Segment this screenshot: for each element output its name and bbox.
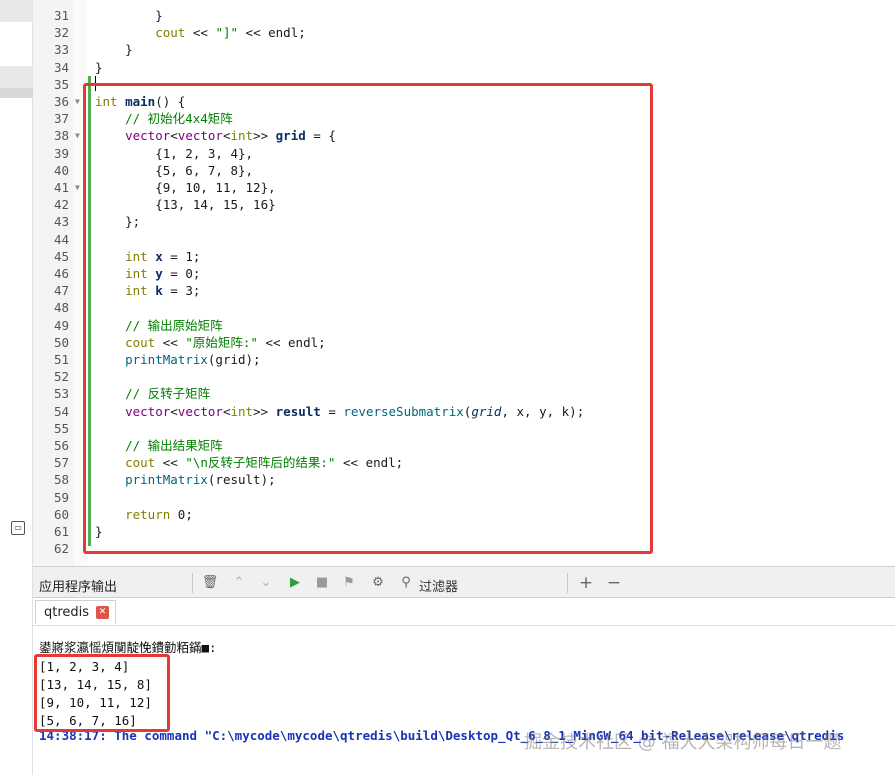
line-number: 35 — [53, 76, 69, 92]
tab-qtredis[interactable]: qtredis ✕ — [35, 600, 117, 624]
panel-toggle-icon[interactable]: ▭ — [11, 521, 25, 535]
line-number: 32 — [53, 25, 69, 41]
line-number: 51 — [53, 352, 69, 367]
toolbar-separator — [192, 573, 193, 593]
minus-icon[interactable]: − — [605, 574, 623, 592]
code-line: 32 cout << "]" << endl; — [33, 24, 895, 41]
close-icon[interactable]: ✕ — [96, 606, 110, 619]
line-number: 57 — [53, 455, 69, 471]
line-number: 53 — [53, 386, 69, 402]
toolbar-separator — [567, 573, 568, 593]
output-pane-title: 应用程序输出 — [39, 580, 118, 595]
highlight-box-main-function — [83, 83, 653, 554]
code-line: 33 } — [33, 41, 895, 58]
tab-label: qtredis — [44, 605, 90, 620]
line-number: 54 — [53, 403, 69, 419]
line-number: 44 — [53, 231, 69, 247]
arrow-up-icon[interactable]: ⌃ — [230, 574, 248, 592]
line-number: 45 — [53, 248, 69, 264]
highlight-box-output — [34, 654, 170, 732]
sidebar-band — [0, 88, 33, 98]
line-number: 42 — [53, 197, 69, 213]
plus-icon[interactable]: + — [577, 574, 595, 592]
line-number: 52 — [53, 369, 69, 385]
sidebar-band — [0, 66, 33, 88]
watermark: 掘金技术社区 @ 福大大架构师每日一题 — [524, 732, 842, 753]
code-text: } — [95, 59, 103, 75]
code-text: cout << "]" << endl; — [155, 25, 306, 41]
output-tab-bar: qtredis ✕ — [33, 598, 895, 626]
line-number: 59 — [53, 489, 69, 505]
line-number: 58 — [53, 472, 69, 488]
sidebar-band — [0, 0, 33, 22]
code-text: } — [95, 42, 133, 58]
line-number: 49 — [53, 317, 69, 333]
line-number: 41 — [53, 180, 69, 195]
line-number: 60 — [53, 506, 69, 522]
left-sidebar-strip: ▭ — [0, 0, 33, 775]
filter-input[interactable]: 过滤器 — [419, 576, 458, 595]
code-line: 34} — [33, 59, 895, 76]
line-number: 38 — [53, 128, 69, 144]
gear-icon[interactable]: ⚙ — [369, 574, 387, 592]
line-number: 37 — [53, 111, 69, 127]
line-number: 43 — [53, 214, 69, 230]
line-number: 62 — [53, 541, 69, 557]
attach-icon[interactable]: ⚑ — [340, 574, 358, 592]
line-number: 47 — [53, 283, 69, 299]
line-number: 56 — [53, 438, 69, 453]
run-icon[interactable]: ▶ — [286, 574, 304, 592]
line-number: 61 — [53, 524, 69, 539]
line-number: 31 — [53, 8, 69, 23]
line-number: 50 — [53, 334, 69, 350]
line-number: 48 — [53, 300, 69, 316]
line-number: 40 — [53, 162, 69, 178]
search-icon[interactable]: ⚲ — [397, 574, 415, 592]
line-number: 33 — [53, 42, 69, 58]
output-pane-header: 应用程序输出 🗑 ⌃ ⌄ ▶ ■ ⚑ ⚙ ⚲ 过滤器 + − — [33, 566, 895, 598]
code-text: } — [95, 8, 163, 23]
line-number: 36 — [53, 94, 69, 109]
line-number: 39 — [53, 145, 69, 161]
stop-icon[interactable]: ■ — [313, 574, 331, 592]
trash-icon[interactable]: 🗑 — [201, 574, 219, 592]
line-number: 46 — [53, 266, 69, 281]
arrow-down-icon[interactable]: ⌄ — [257, 574, 275, 592]
code-line: 31 } — [33, 7, 895, 24]
line-number: 55 — [53, 420, 69, 436]
line-number: 34 — [53, 59, 69, 75]
